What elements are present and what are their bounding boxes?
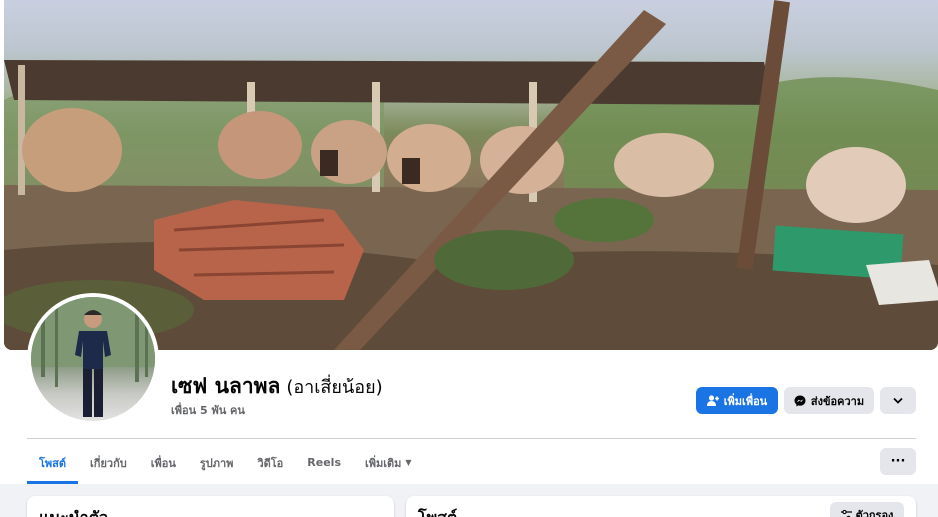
cover-photo-scene: [4, 0, 938, 350]
tab-photos[interactable]: รูปภาพ: [188, 444, 246, 481]
friends-count[interactable]: เพื่อน 5 พัน คน: [171, 401, 245, 419]
tab-label: รูปภาพ: [199, 456, 234, 470]
profile-avatar[interactable]: [27, 293, 159, 425]
tab-label: Reels: [307, 456, 341, 469]
profile-nickname: (อาเสี่ยน้อย): [286, 377, 383, 398]
tabs-more-options-button[interactable]: ···: [880, 448, 916, 475]
profile-picture: [31, 297, 155, 421]
filter-label: ตัวกรอง: [855, 509, 894, 517]
add-friend-icon: [706, 395, 719, 406]
messenger-icon: [794, 395, 806, 406]
profile-name-row: เซฟ นลาพล (อาเสี่ยน้อย): [171, 370, 383, 403]
message-label: ส่งข้อความ: [810, 394, 865, 408]
ellipsis-icon: ···: [890, 454, 906, 469]
profile-picture-figure: [31, 297, 155, 417]
tab-videos[interactable]: วิดีโอ: [245, 444, 295, 481]
tab-friends[interactable]: เพื่อน: [139, 444, 188, 481]
add-friend-button[interactable]: เพิ่มเพื่อน: [696, 387, 778, 414]
tab-about[interactable]: เกี่ยวกับ: [78, 444, 139, 481]
cover-photo[interactable]: [4, 0, 938, 350]
message-button[interactable]: ส่งข้อความ: [784, 387, 874, 414]
profile-name: เซฟ นลาพล: [171, 374, 281, 398]
tab-more[interactable]: เพิ่มเติม ▼: [353, 444, 424, 481]
intro-card: แนะนำตัว: [27, 496, 394, 517]
header-divider: [27, 438, 916, 439]
tab-posts[interactable]: โพสต์: [27, 444, 79, 484]
tab-label: เพิ่มเติม: [365, 456, 402, 470]
add-friend-label: เพิ่มเพื่อน: [723, 394, 768, 408]
filter-icon: [840, 510, 852, 517]
filter-button[interactable]: ตัวกรอง: [830, 502, 904, 517]
tab-label: วิดีโอ: [257, 456, 284, 470]
posts-title: โพสต์: [418, 506, 457, 517]
tab-label: โพสต์: [39, 456, 67, 470]
posts-card: โพสต์ ตัวกรอง: [406, 496, 916, 517]
profile-tabs: โพสต์ เกี่ยวกับ เพื่อน รูปภาพ วิดีโอ Ree…: [27, 444, 424, 484]
more-options-button[interactable]: [880, 387, 916, 414]
caret-down-icon: ▼: [405, 458, 412, 467]
tab-reels[interactable]: Reels: [295, 444, 353, 481]
tab-label: เพื่อน: [150, 456, 176, 470]
tab-label: เกี่ยวกับ: [90, 456, 127, 470]
chevron-down-icon: [893, 397, 903, 404]
intro-title: แนะนำตัว: [39, 506, 108, 517]
